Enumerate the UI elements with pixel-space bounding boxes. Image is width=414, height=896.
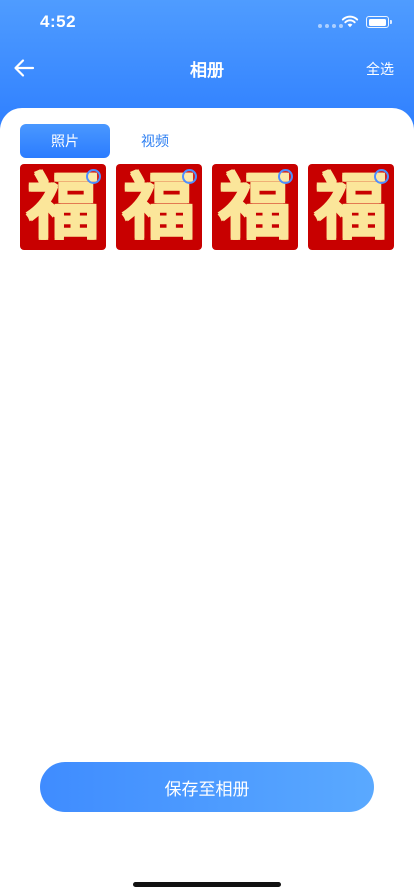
page-title: 相册 <box>190 61 224 81</box>
cellular-signal-icon <box>318 24 343 28</box>
wifi-icon <box>341 15 359 28</box>
photo-item[interactable]: 福 <box>116 164 202 250</box>
status-bar: 4:52 <box>0 0 414 44</box>
tab-videos[interactable]: 视频 <box>110 124 200 158</box>
media-tabs: 照片 视频 <box>20 124 200 158</box>
photo-item[interactable]: 福 <box>20 164 106 250</box>
battery-icon <box>366 16 392 28</box>
select-all-button[interactable]: 全选 <box>366 59 394 79</box>
select-checkbox[interactable] <box>86 169 101 184</box>
save-to-album-button[interactable]: 保存至相册 <box>40 762 374 812</box>
tab-photos[interactable]: 照片 <box>20 124 110 158</box>
select-checkbox[interactable] <box>182 169 197 184</box>
select-checkbox[interactable] <box>278 169 293 184</box>
status-time: 4:52 <box>40 12 77 31</box>
photo-item[interactable]: 福 <box>308 164 394 250</box>
photo-item[interactable]: 福 <box>212 164 298 250</box>
select-checkbox[interactable] <box>374 169 389 184</box>
navigation-bar: 相册 全选 <box>0 44 414 92</box>
home-indicator <box>133 882 281 887</box>
photo-grid: 福 福 福 福 <box>20 164 394 250</box>
